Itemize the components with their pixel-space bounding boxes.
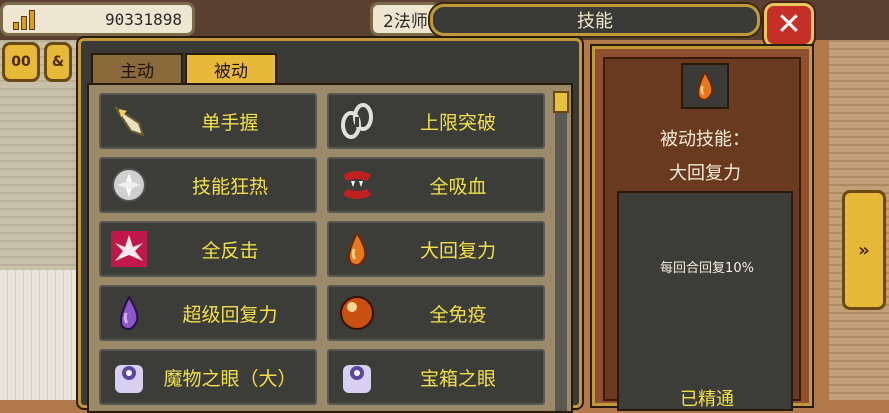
skill-detail-panel: 被动技能： 大回复力 每回合回复10% 已精通 bbox=[592, 46, 812, 411]
skill-item[interactable]: 全免疫 bbox=[327, 285, 545, 341]
side-button-pause[interactable]: 00 bbox=[2, 42, 40, 82]
skill-item[interactable]: 宝箱之眼 bbox=[327, 349, 545, 405]
skill-name: 上限突破 bbox=[419, 111, 496, 134]
description-box: 每回合回复10% 已精通 bbox=[617, 191, 793, 411]
skill-item[interactable]: 单手握 bbox=[99, 93, 317, 149]
skill-item[interactable]: 魔物之眼（大） bbox=[99, 349, 317, 405]
skill-item[interactable]: 技能狂热 bbox=[99, 157, 317, 213]
broken-chain-icon bbox=[335, 99, 379, 143]
skill-name: 超级回复力 bbox=[182, 303, 278, 326]
skill-name: 魔物之眼（大） bbox=[163, 367, 297, 390]
next-page-button[interactable]: » bbox=[842, 190, 886, 310]
background-floor bbox=[0, 270, 80, 400]
scrollbar-thumb[interactable] bbox=[553, 91, 569, 113]
side-icon: & bbox=[51, 54, 65, 70]
skill-item[interactable]: 大回复力 bbox=[327, 221, 545, 277]
orange-drop-icon bbox=[681, 63, 729, 109]
window-title: 技能 bbox=[430, 4, 760, 36]
orange-drop-icon bbox=[335, 227, 379, 271]
double-chevron-right-icon: » bbox=[858, 239, 870, 261]
skill-name: 全反击 bbox=[201, 239, 259, 262]
chest-eye-icon bbox=[335, 355, 379, 399]
counter-burst-icon bbox=[107, 227, 151, 271]
tab-passive-skills[interactable]: 被动 bbox=[185, 53, 277, 83]
class-label: 2法师 bbox=[383, 11, 428, 32]
stats-bar-icon bbox=[13, 8, 39, 30]
scrollbar-track[interactable] bbox=[555, 91, 567, 411]
close-button[interactable]: ✕ bbox=[764, 3, 814, 47]
close-icon: ✕ bbox=[776, 7, 802, 42]
pause-icon: 00 bbox=[11, 54, 31, 70]
skill-item[interactable]: 全反击 bbox=[99, 221, 317, 277]
skill-name: 宝箱之眼 bbox=[419, 367, 496, 390]
monster-eye-icon bbox=[107, 355, 151, 399]
mastery-status: 已精通 bbox=[680, 389, 734, 410]
sword-grip-icon bbox=[107, 99, 151, 143]
side-button-2[interactable]: & bbox=[44, 42, 72, 82]
skill-name: 技能狂热 bbox=[191, 175, 268, 198]
skill-name: 单手握 bbox=[201, 111, 259, 134]
skill-item[interactable]: 全吸血 bbox=[327, 157, 545, 213]
window-title-text: 技能 bbox=[577, 11, 613, 32]
fervor-orb-icon bbox=[107, 163, 151, 207]
skill-list: 单手握 上限突破 技能狂热 全吸血 全反击 大回复力 超级回复力 全免疫 魔物之… bbox=[87, 83, 573, 413]
gold-counter: 90331898 bbox=[0, 2, 195, 36]
gold-value: 90331898 bbox=[104, 9, 182, 29]
detail-skill-type: 被动技能： bbox=[660, 129, 750, 150]
skill-item[interactable]: 上限突破 bbox=[327, 93, 545, 149]
tab-active-skills[interactable]: 主动 bbox=[91, 53, 183, 83]
immunity-orb-icon bbox=[335, 291, 379, 335]
skill-name: 全吸血 bbox=[429, 175, 487, 198]
skill-name: 全免疫 bbox=[429, 303, 487, 326]
tab-label: 被动 bbox=[214, 61, 248, 82]
detail-skill-name: 大回复力 bbox=[669, 163, 741, 184]
skill-panel: 主动 被动 单手握 上限突破 技能狂热 全吸血 全反击 大回复力 超级回复力 全… bbox=[78, 38, 582, 413]
purple-drop-icon bbox=[107, 291, 151, 335]
background-wall-left bbox=[0, 40, 80, 400]
skill-name: 大回复力 bbox=[419, 239, 496, 262]
skill-item[interactable]: 超级回复力 bbox=[99, 285, 317, 341]
tab-label: 主动 bbox=[120, 61, 154, 82]
skill-description: 每回合回复10% bbox=[660, 261, 754, 276]
vampire-fang-icon bbox=[335, 163, 379, 207]
